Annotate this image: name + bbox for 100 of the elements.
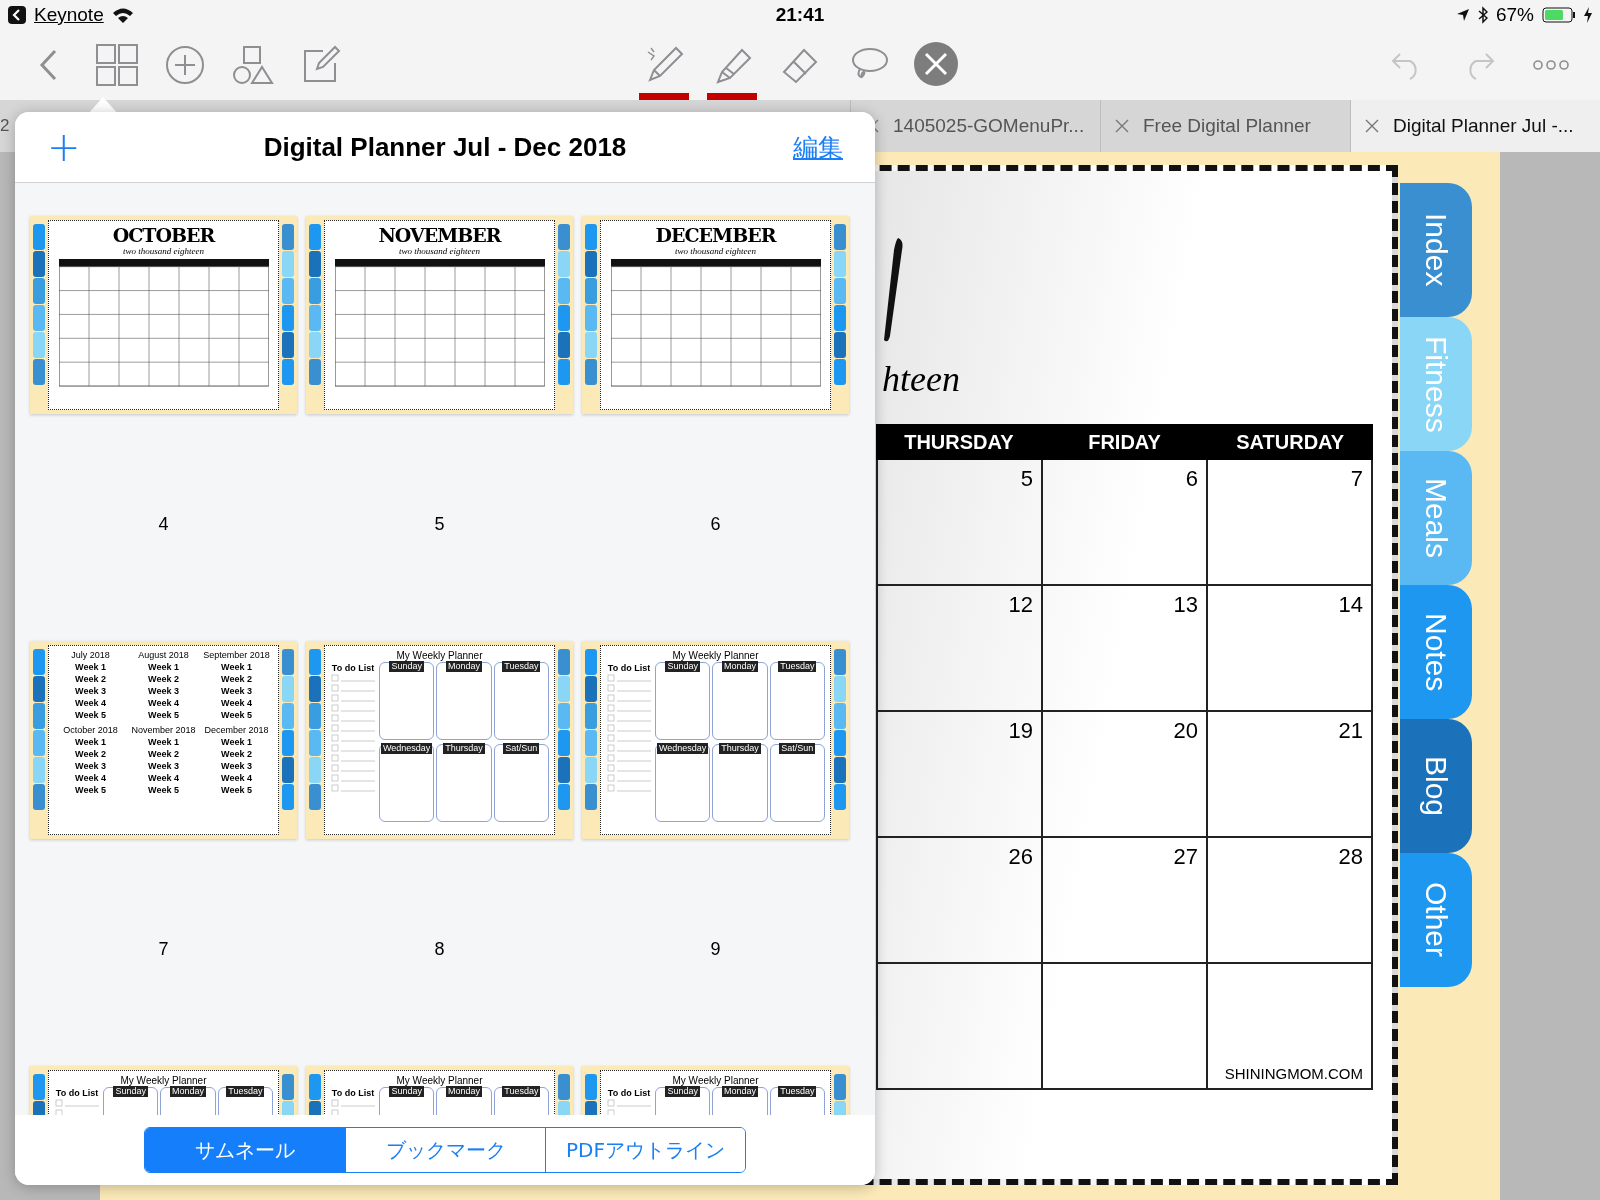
day-label: Sat/Sun xyxy=(503,743,540,754)
week-link[interactable]: Week 1 xyxy=(148,661,179,673)
month-subtitle: two thousand eighteen xyxy=(399,246,480,256)
week-link[interactable]: Week 4 xyxy=(75,772,106,784)
day-label: Sunday xyxy=(389,1086,424,1097)
day-label: Sunday xyxy=(665,1086,700,1097)
page-thumbnail[interactable]: My Weekly Planner To do List Sunday Monday Tuesday Wednesday Thursday Sat/Sun xyxy=(306,641,573,839)
section-tab[interactable]: Blog xyxy=(1400,719,1472,853)
week-link[interactable]: Week 4 xyxy=(221,697,252,709)
month-heading: October 2018 xyxy=(63,724,118,736)
day-label: Tuesday xyxy=(226,1086,265,1097)
close-icon[interactable] xyxy=(1115,119,1129,133)
day-label: Sunday xyxy=(665,661,700,672)
todo-heading: To do List xyxy=(607,662,651,674)
week-link[interactable]: Week 1 xyxy=(148,736,179,748)
close-tool-button[interactable] xyxy=(911,39,961,89)
day-label: Sunday xyxy=(389,661,424,672)
week-link[interactable]: Week 5 xyxy=(221,784,252,796)
page-number: 9 xyxy=(710,939,721,960)
day-number: 21 xyxy=(1338,718,1363,744)
day-label: Tuesday xyxy=(502,661,541,672)
day-label: Tuesday xyxy=(778,661,817,672)
day-number: 13 xyxy=(1173,592,1198,618)
bluetooth-icon xyxy=(1477,6,1488,24)
planner-title: My Weekly Planner xyxy=(120,1074,207,1087)
week-link[interactable]: Week 3 xyxy=(75,760,106,772)
week-link[interactable]: Week 3 xyxy=(148,685,179,697)
month-heading: November 2018 xyxy=(131,724,196,736)
day-label: Sunday xyxy=(113,1086,148,1097)
page-number: 6 xyxy=(710,514,721,535)
week-link[interactable]: Week 2 xyxy=(75,673,106,685)
page-thumbnail[interactable] xyxy=(30,641,297,839)
close-icon xyxy=(913,41,959,87)
week-link[interactable]: Week 5 xyxy=(148,784,179,796)
day-label: Monday xyxy=(445,1086,482,1097)
week-link[interactable]: Week 3 xyxy=(221,685,252,697)
day-number: 6 xyxy=(1185,466,1198,492)
battery-percent: 67% xyxy=(1495,4,1534,26)
clock-time: 21:41 xyxy=(775,4,825,26)
day-number: 26 xyxy=(1008,844,1033,870)
day-number: 28 xyxy=(1338,844,1363,870)
week-link[interactable]: Week 4 xyxy=(221,772,252,784)
edit-link[interactable]: 編集 xyxy=(793,130,843,164)
more-icon[interactable] xyxy=(1533,60,1569,70)
month-title: DECEMBER xyxy=(655,224,776,246)
day-label: Thursday xyxy=(443,743,485,754)
popover-title: Digital Planner Jul - Dec 2018 xyxy=(262,131,628,163)
week-link[interactable]: Week 4 xyxy=(148,697,179,709)
day-number: 14 xyxy=(1338,592,1363,618)
page-thumbnail[interactable]: My Weekly Planner To do List Sunday Monday Tuesday xyxy=(30,1066,297,1115)
week-link[interactable]: Week 1 xyxy=(75,661,106,673)
battery-icon xyxy=(1542,7,1576,23)
week-link[interactable]: Week 2 xyxy=(148,748,179,760)
week-link[interactable]: Week 5 xyxy=(75,709,106,721)
month-subtitle: two thousand eighteen xyxy=(123,246,204,256)
page-thumbnail[interactable]: OCTOBER two thousand eighteen xyxy=(30,216,297,414)
week-link[interactable]: Week 3 xyxy=(221,760,252,772)
day-label: Monday xyxy=(721,661,758,672)
week-link[interactable]: Week 1 xyxy=(221,736,252,748)
month-title: OCTOBER xyxy=(112,224,215,246)
week-link[interactable]: Week 2 xyxy=(148,673,179,685)
week-link[interactable]: Week 2 xyxy=(221,748,252,760)
week-link[interactable]: Week 5 xyxy=(148,709,179,721)
close-icon[interactable] xyxy=(1365,119,1379,133)
page-number: 4 xyxy=(158,514,169,535)
month-heading: September 2018 xyxy=(203,649,270,661)
day-label: Monday xyxy=(169,1086,206,1097)
page-number: 8 xyxy=(434,939,445,960)
week-link[interactable]: Week 2 xyxy=(221,673,252,685)
page-thumbnail[interactable]: My Weekly Planner To do List Sunday Monday Tuesday xyxy=(306,1066,573,1115)
page-number: 5 xyxy=(434,514,445,535)
wifi-icon xyxy=(111,7,134,23)
week-link[interactable]: Week 1 xyxy=(221,661,252,673)
week-link[interactable]: Week 4 xyxy=(148,772,179,784)
page-thumbnail[interactable]: My Weekly Planner To do List Sunday Monday Tuesday Wednesday Thursday Sat/Sun xyxy=(582,641,849,839)
document-tab[interactable]: Digital Planner Jul -... xyxy=(1350,100,1600,152)
back-icon[interactable] xyxy=(8,6,26,24)
week-link[interactable]: Week 5 xyxy=(75,784,106,796)
day-label: Tuesday xyxy=(502,1086,541,1097)
week-link[interactable]: Week 3 xyxy=(148,760,179,772)
page-thumbnail[interactable]: NOVEMBER two thousand eighteen xyxy=(306,216,573,414)
day-label: Wednesday xyxy=(656,743,709,754)
lettering-text: hteen xyxy=(882,358,960,400)
page-number: 7 xyxy=(158,939,169,960)
week-link[interactable]: Week 3 xyxy=(75,685,106,697)
website-credit: SHININGMOM.COM xyxy=(1224,1065,1363,1082)
month-heading: December 2018 xyxy=(204,724,269,736)
segment-tab[interactable]: サムネール xyxy=(145,1128,345,1172)
weekday-header: SATURDAY xyxy=(1235,430,1346,454)
week-link[interactable]: Week 1 xyxy=(75,736,106,748)
page-thumbnail[interactable]: My Weekly Planner To do List Sunday Monday Tuesday xyxy=(582,1066,849,1115)
planner-title: My Weekly Planner xyxy=(672,1074,759,1087)
segment-tab[interactable]: PDFアウトライン xyxy=(545,1128,745,1172)
month-heading: August 2018 xyxy=(138,649,189,661)
week-link[interactable]: Week 5 xyxy=(221,709,252,721)
page-thumbnail[interactable]: DECEMBER two thousand eighteen xyxy=(582,216,849,414)
week-link[interactable]: Week 4 xyxy=(75,697,106,709)
add-page-button[interactable]: + xyxy=(41,123,87,171)
back-app-link[interactable]: Keynote xyxy=(34,4,104,26)
week-link[interactable]: Week 2 xyxy=(75,748,106,760)
